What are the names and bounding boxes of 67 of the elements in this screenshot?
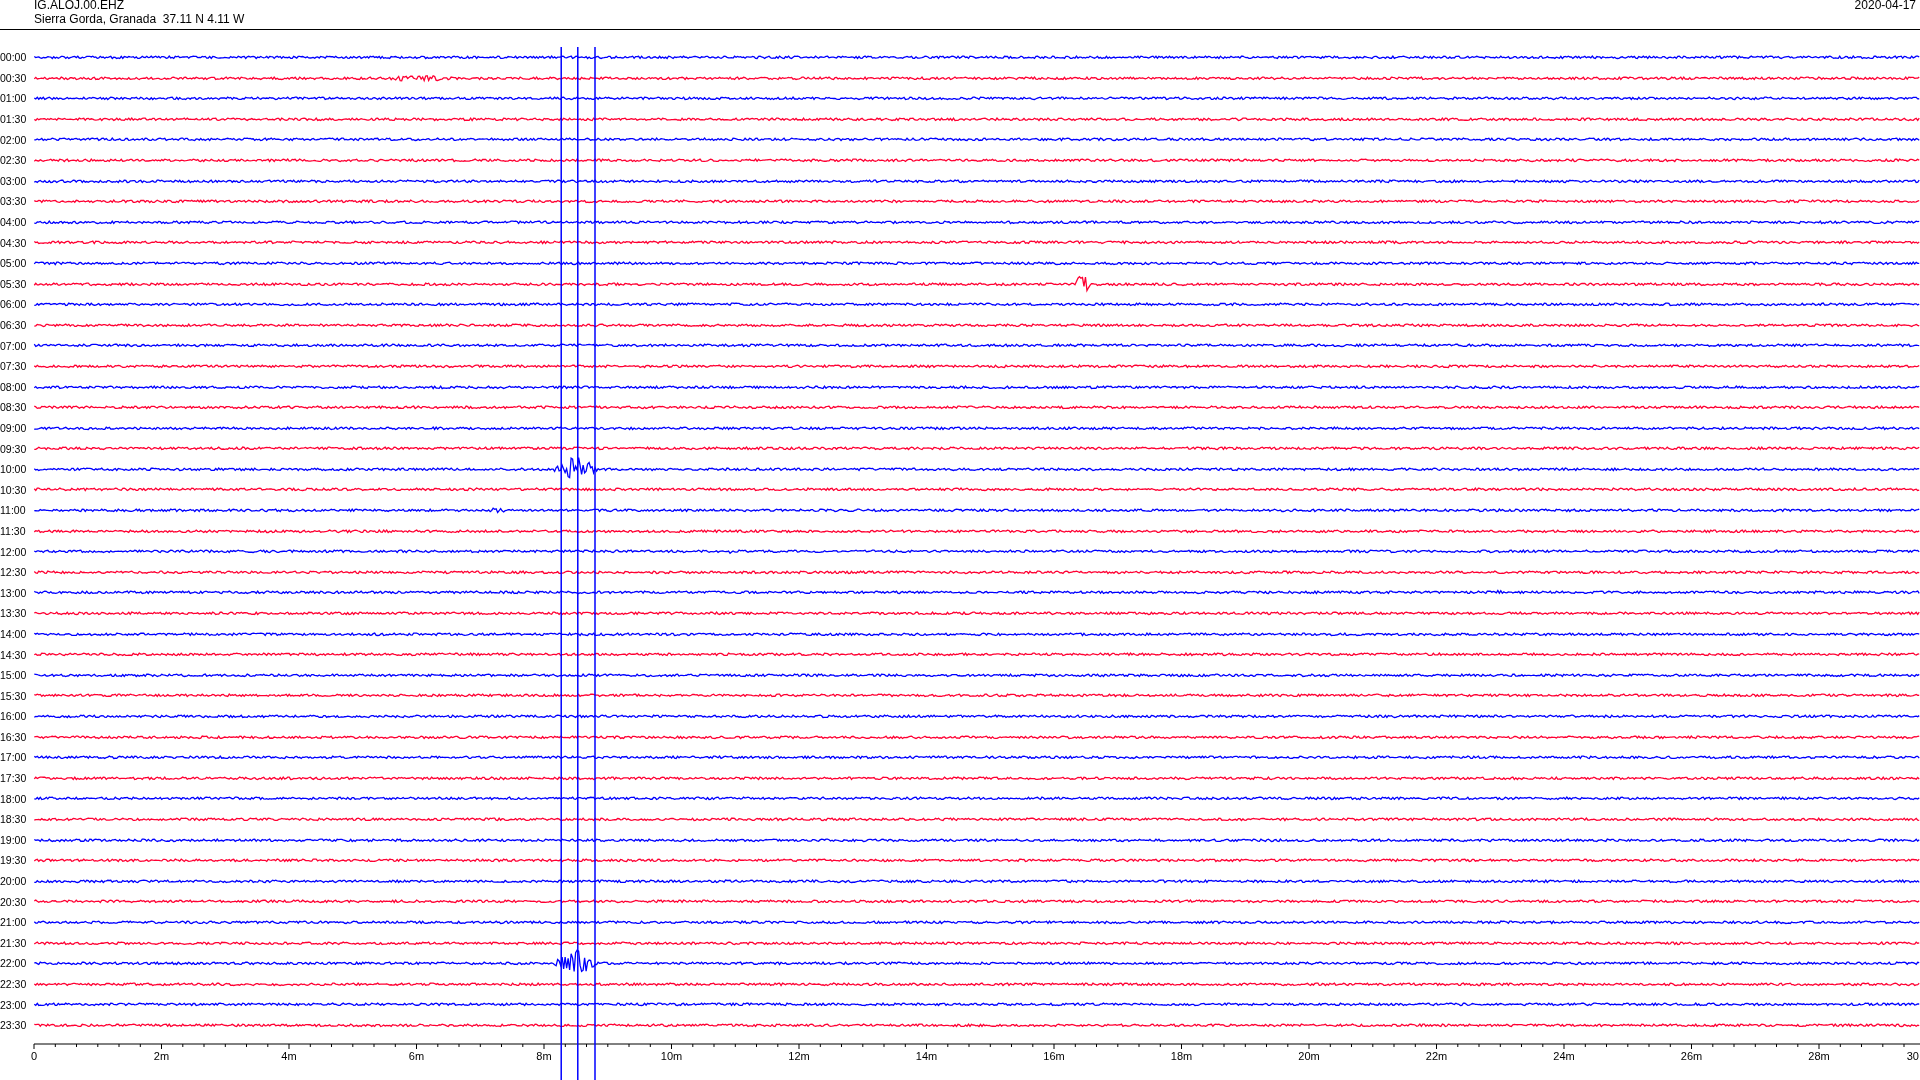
axis-tick-label: 24m (1553, 1049, 1575, 1062)
time-label: 10:30 (0, 483, 28, 496)
time-label: 07:30 (0, 360, 28, 373)
axis-tick-label: 8m (536, 1049, 552, 1062)
time-label: 18:00 (0, 792, 28, 805)
time-label: 20:30 (0, 895, 28, 908)
time-label: 03:30 (0, 195, 28, 208)
axis-tick-label: 18m (1170, 1049, 1193, 1062)
axis-tick-label: 14m (915, 1049, 938, 1062)
time-label: 00:30 (0, 71, 28, 84)
time-label: 17:00 (0, 751, 28, 764)
time-label: 03:00 (0, 174, 28, 187)
time-label: 14:00 (0, 627, 28, 640)
time-label: 02:00 (0, 133, 28, 146)
time-label: 09:30 (0, 442, 28, 455)
axis-tick-label: 6m (408, 1049, 425, 1062)
time-label: 16:00 (0, 710, 28, 723)
axis-tick-label: 28m (1808, 1049, 1830, 1062)
time-label: 07:00 (0, 339, 28, 352)
time-label: 16:30 (0, 730, 28, 743)
station-code: IG.ALOJ.00.EHZ (34, 0, 126, 12)
axis-tick-label: 12m (788, 1049, 810, 1062)
time-label: 11:00 (0, 504, 27, 517)
time-label: 01:00 (0, 92, 28, 105)
axis-tick-label: 4m (281, 1049, 297, 1062)
time-label: 23:30 (0, 1019, 28, 1032)
time-label: 06:30 (0, 319, 28, 331)
time-label: 01:30 (0, 113, 28, 126)
time-label: 22:30 (0, 978, 28, 990)
time-label: 17:30 (0, 772, 28, 785)
time-label: 10:00 (0, 463, 28, 476)
plot-date: 2020-04-17 (1854, 0, 1916, 12)
time-label: 05:00 (0, 257, 28, 270)
axis-tick-label: 30 (1906, 1049, 1919, 1062)
axis-tick-label: 10m (660, 1049, 683, 1062)
time-label: 00:00 (0, 51, 28, 64)
time-label: 04:00 (0, 216, 28, 229)
time-label: 21:00 (0, 916, 28, 929)
time-label: 15:30 (0, 689, 28, 702)
time-label: 18:30 (0, 813, 28, 826)
time-label: 09:00 (0, 422, 28, 434)
axis-tick-label: 20m (1298, 1049, 1320, 1062)
time-label: 13:00 (0, 586, 28, 599)
time-label: 05:30 (0, 277, 28, 290)
time-label: 21:30 (0, 936, 28, 949)
station-location: Sierra Gorda, Granada 37.11 N 4.11 W (34, 12, 245, 26)
time-label: 23:00 (0, 998, 28, 1011)
axis-tick-label: 2m (153, 1049, 170, 1062)
time-label: 14:30 (0, 648, 28, 661)
time-label: 11:30 (0, 524, 27, 537)
time-label: 20:00 (0, 875, 28, 888)
time-label: 12:00 (0, 545, 28, 558)
time-label: 15:00 (0, 669, 28, 682)
time-label: 22:00 (0, 957, 28, 970)
time-label: 02:30 (0, 154, 28, 167)
axis-tick-label: 22m (1425, 1049, 1448, 1062)
time-label: 08:00 (0, 380, 28, 393)
time-label: 19:00 (0, 833, 28, 846)
time-label: 06:00 (0, 298, 28, 311)
time-label: 04:30 (0, 236, 28, 249)
axis-tick-label: 26m (1680, 1049, 1703, 1062)
time-label: 13:30 (0, 607, 28, 620)
axis-tick-label: 16m (1043, 1049, 1065, 1062)
time-label: 12:30 (0, 566, 28, 579)
axis-tick-label: 0 (30, 1049, 38, 1062)
time-label: 08:30 (0, 401, 28, 414)
time-label: 19:30 (0, 854, 28, 867)
